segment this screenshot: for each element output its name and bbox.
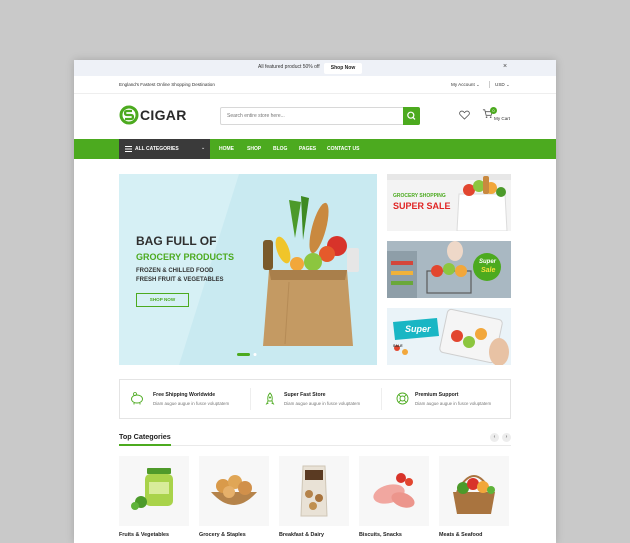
shop-now-button[interactable]: Shop Now: [324, 63, 362, 74]
banner-1-line-1: GROCERY SHOPPING: [393, 193, 446, 199]
nav-home[interactable]: HOME: [219, 146, 234, 152]
all-categories-label: ALL CATEGORIES: [135, 146, 179, 152]
vegetable-basket-image: [453, 475, 495, 514]
feature-premium-support: Premium Support Diam augue augue in fusc…: [382, 380, 512, 418]
hero-title: BAG FULL OF: [136, 234, 217, 248]
rocket-icon: [265, 392, 275, 405]
features-strip: Free Shipping Worldwide Diam augue augue…: [119, 379, 511, 419]
hero-shop-now-button[interactable]: SHOP NOW: [136, 293, 189, 307]
category-label[interactable]: Meats & Seafood: [439, 532, 482, 538]
search-button[interactable]: [403, 107, 420, 125]
hero-slider[interactable]: BAG FULL OF GROCERY PRODUCTS FROZEN & CH…: [119, 174, 377, 365]
currency-dropdown[interactable]: USD ⌄: [495, 82, 510, 88]
main-navigation: ALL CATEGORIES ⌄ HOME SHOP BLOG PAGES CO…: [74, 139, 556, 159]
banner-super-sale[interactable]: GROCERY SHOPPING SUPER SALE: [387, 174, 511, 231]
top-categories-title: Top Categories: [119, 432, 171, 441]
utility-bar: England's Fastest Online Shopping Destin…: [74, 76, 556, 94]
category-label[interactable]: Fruits & Vegetables: [119, 532, 169, 538]
cart-label[interactable]: My Cart: [494, 116, 510, 121]
category-label[interactable]: Biscuits, Snacks: [359, 532, 402, 538]
nav-contact-us[interactable]: CONTACT US: [327, 146, 359, 152]
banner-1-line-2: SUPER SALE: [393, 201, 451, 211]
banner-supermarket[interactable]: Super Sale: [387, 241, 511, 298]
category-card-fruits-vegetables[interactable]: [119, 456, 189, 526]
category-card-grocery-staples[interactable]: [199, 456, 269, 526]
nav-pages[interactable]: PAGES: [299, 146, 316, 152]
divider: [489, 81, 490, 88]
logo-text: CIGAR: [140, 107, 187, 123]
sale-badge-text: Sale: [481, 267, 496, 274]
nav-blog[interactable]: BLOG: [273, 146, 287, 152]
feature-desc: Diam augue augue in fusce voluptatem: [153, 401, 230, 406]
wishlist-heart-icon[interactable]: [459, 110, 470, 120]
nav-shop[interactable]: SHOP: [247, 146, 261, 152]
feature-title: Super Fast Store: [284, 392, 326, 398]
search-input[interactable]: [221, 108, 403, 124]
section-accent-line: [119, 444, 171, 446]
banner-3-badge: Super: [405, 324, 431, 334]
menu-icon: [125, 146, 132, 152]
promo-text: All featured product 50% off: [258, 64, 320, 70]
hero-line-2: FRESH FRUIT & VEGETABLES: [136, 277, 224, 283]
feature-free-shipping: Free Shipping Worldwide Diam augue augue…: [120, 380, 250, 418]
chevron-down-icon: ⌄: [201, 145, 206, 151]
banner-phone-image: [387, 308, 511, 365]
carousel-next-button[interactable]: ›: [502, 433, 511, 442]
category-label[interactable]: Grocery & Staples: [199, 532, 246, 538]
promo-bar: All featured product 50% off Shop Now ×: [74, 60, 556, 76]
carousel-prev-button[interactable]: ‹: [490, 433, 499, 442]
cart-count-badge: 0: [490, 107, 497, 114]
close-icon[interactable]: ×: [503, 63, 507, 70]
meat-image: [373, 473, 415, 508]
donut-basket-image: [211, 475, 257, 505]
hero-subtitle: GROCERY PRODUCTS: [136, 252, 235, 262]
section-divider: [119, 445, 511, 446]
cookie-bag-image: [300, 465, 328, 517]
feature-title: Free Shipping Worldwide: [153, 392, 216, 398]
lifebuoy-icon: [396, 392, 409, 405]
feature-desc: Diam augue augue in fusce voluptatem: [284, 401, 361, 406]
search-bar: [220, 107, 420, 125]
feature-desc: Diam augue augue in fusce voluptatem: [415, 401, 492, 406]
piggy-bank-icon: [131, 392, 143, 405]
category-card-meats-seafood[interactable]: [439, 456, 509, 526]
category-label[interactable]: Breakfast & Dairy: [279, 532, 324, 538]
hero-line-1: FROZEN & CHILLED FOOD: [136, 268, 214, 274]
feature-title: Premium Support: [415, 392, 459, 398]
banner-3-sub: SALE: [393, 344, 403, 348]
jam-jar-image: [131, 468, 173, 510]
logo-mark-icon: [119, 105, 139, 125]
category-card-breakfast-dairy[interactable]: [279, 456, 349, 526]
slider-pagination[interactable]: [237, 352, 267, 357]
tagline: England's Fastest Online Shopping Destin…: [119, 82, 215, 87]
banner-phone-shopping[interactable]: Super SALE: [387, 308, 511, 365]
grocery-bag-image: [263, 196, 359, 346]
super-badge-text: Super: [479, 259, 497, 265]
my-account-dropdown[interactable]: My Account ⌄: [451, 82, 480, 88]
search-icon: [407, 111, 416, 120]
category-card-biscuits-snacks[interactable]: [359, 456, 429, 526]
browser-page: All featured product 50% off Shop Now × …: [74, 60, 556, 543]
all-categories-dropdown[interactable]: ALL CATEGORIES ⌄: [119, 139, 210, 159]
feature-super-fast-store: Super Fast Store Diam augue augue in fus…: [251, 380, 381, 418]
